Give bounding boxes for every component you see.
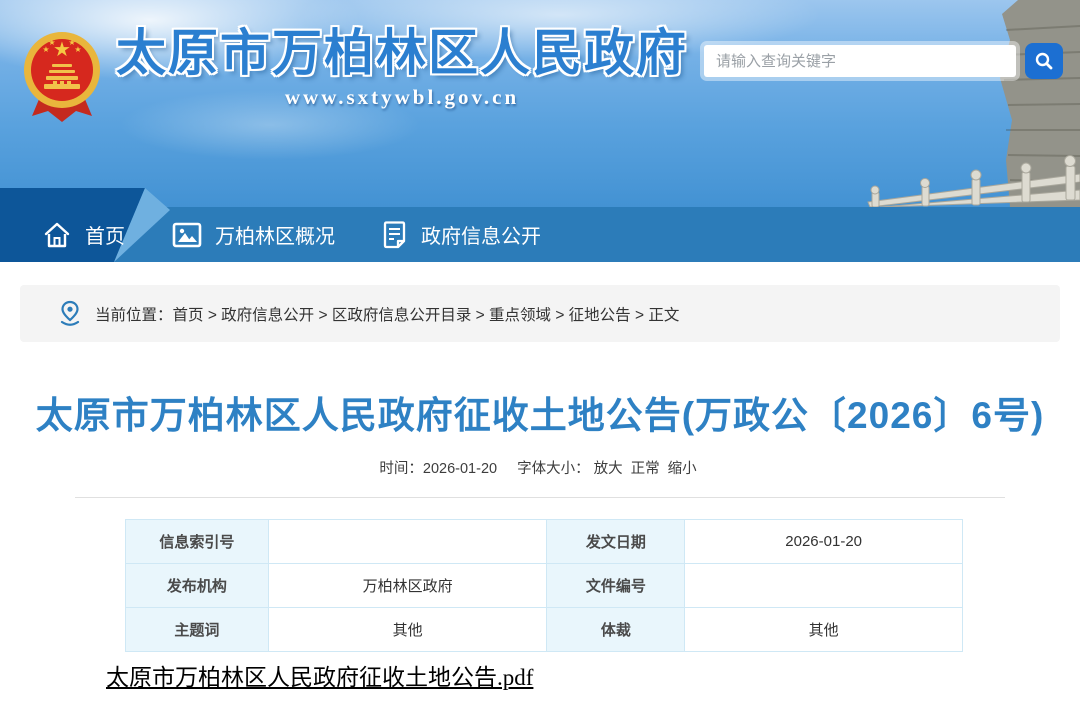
nav-item-label: 万柏林区概况 <box>215 226 335 248</box>
info-label: 发布机构 <box>125 563 269 608</box>
table-row: 发布机构 万柏林区政府 文件编号 <box>125 563 963 608</box>
nav-item-district-overview[interactable]: 万柏林区概况 <box>172 207 335 262</box>
breadcrumb-prefix: 当前位置： <box>95 306 173 324</box>
meta-time-value: 2026-01-20 <box>422 461 498 477</box>
site-title: 太原市万柏林区人民政府 <box>116 25 688 81</box>
table-row: 主题词 其他 体裁 其他 <box>125 607 963 652</box>
page-title: 太原市万柏林区人民政府征收土地公告(万政公〔2026〕6号) <box>35 395 1045 436</box>
svg-text:★: ★ <box>74 45 81 54</box>
section-divider <box>75 497 1005 498</box>
info-value: 万柏林区政府 <box>267 563 548 608</box>
search-icon <box>1035 52 1053 70</box>
site-logo-link[interactable]: ★ ★ ★ ★ ★ 太原市万柏林区人民政府 www.sxtywbl.gov.cn <box>22 26 688 122</box>
info-label: 发文日期 <box>546 519 686 564</box>
nav-item-label: 政府信息公开 <box>421 226 541 248</box>
article-meta: 时间：2026-01-20 字体大小： 放大 正常 缩小 <box>0 457 1080 478</box>
document-info-table: 信息索引号 发文日期 2026-01-20 发布机构 万柏林区政府 文件编号 主题词 其他 体裁… <box>125 519 963 652</box>
info-value: 其他 <box>684 607 963 652</box>
info-value: 2026-01-20 <box>684 519 963 564</box>
svg-text:★: ★ <box>48 38 55 47</box>
table-row: 信息索引号 发文日期 2026-01-20 <box>125 519 963 564</box>
attachment-pdf-link[interactable]: 太原市万柏林区人民政府征收土地公告.pdf <box>106 658 533 692</box>
nav-item-gov-info-disclosure[interactable]: 政府信息公开 <box>381 207 541 262</box>
info-value <box>267 519 548 564</box>
site-url: www.sxtywbl.gov.cn <box>284 85 520 109</box>
font-normal-button[interactable]: 正常 <box>631 461 660 477</box>
info-label: 信息索引号 <box>125 519 269 564</box>
document-icon <box>381 220 408 249</box>
page: ★ ★ ★ ★ ★ 太原市万柏林区人民政府 www.sxtywbl.gov.cn <box>0 0 1080 706</box>
search-button[interactable] <box>1025 43 1063 79</box>
meta-time-label: 时间： <box>379 461 423 477</box>
font-larger-button[interactable]: 放大 <box>594 461 623 477</box>
site-search <box>704 43 1063 79</box>
home-icon <box>42 221 72 249</box>
nav-item-label: 首页 <box>85 226 125 248</box>
info-value <box>684 563 963 608</box>
breadcrumb-trail[interactable]: 首页 > 政府信息公开 > 区政府信息公开目录 > 重点领域 > 征地公告 > … <box>173 303 680 325</box>
meta-fontsize-label: 字体大小： <box>517 461 590 477</box>
picture-icon <box>172 222 202 248</box>
stone-tower-photo <box>867 0 1080 207</box>
font-smaller-button[interactable]: 缩小 <box>668 461 697 477</box>
search-input[interactable] <box>704 45 1016 77</box>
info-label: 文件编号 <box>546 563 686 608</box>
info-table-body: 信息索引号 发文日期 2026-01-20 发布机构 万柏林区政府 文件编号 主题词 其他 体裁… <box>125 519 963 652</box>
info-label: 主题词 <box>125 607 269 652</box>
info-value: 其他 <box>267 607 548 652</box>
info-label: 体裁 <box>546 607 686 652</box>
location-pin-icon <box>58 300 82 327</box>
national-emblem-logo: ★ ★ ★ ★ ★ <box>24 32 100 122</box>
breadcrumb: 当前位置： 首页 > 政府信息公开 > 区政府信息公开目录 > 重点领域 > 征… <box>20 285 1060 342</box>
nav-item-home[interactable]: 首页 <box>42 207 125 262</box>
